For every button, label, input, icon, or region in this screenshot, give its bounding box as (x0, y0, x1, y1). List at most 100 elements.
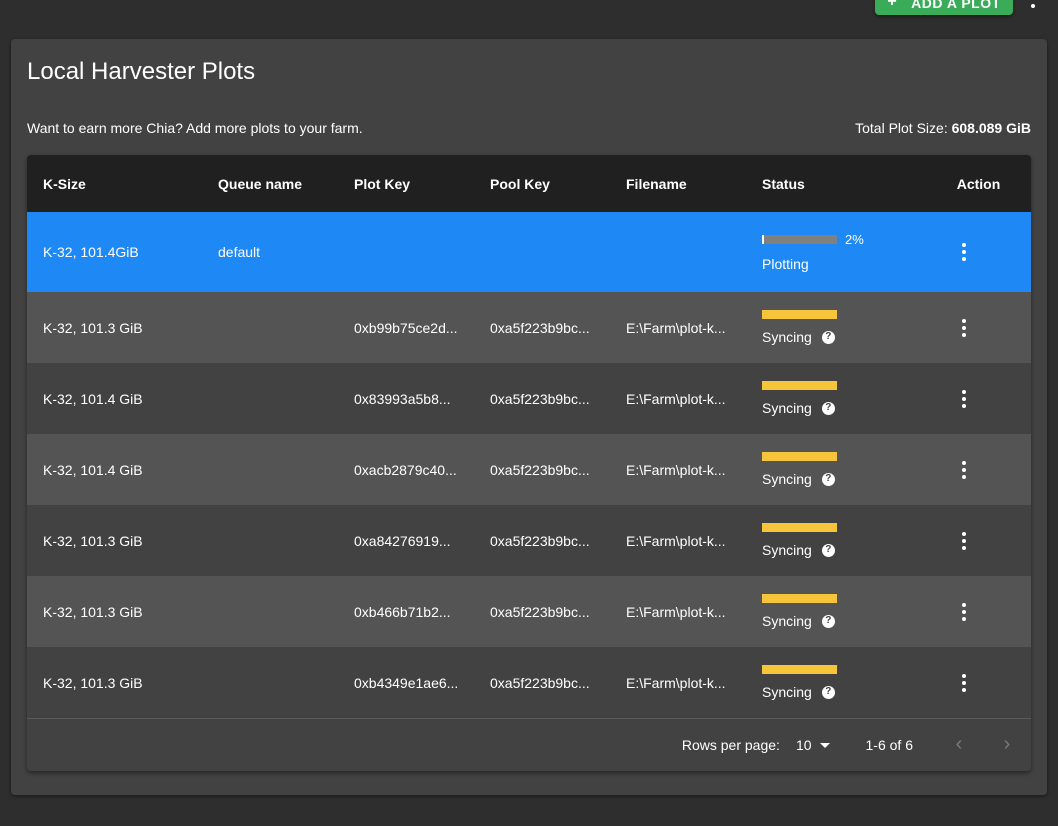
cell-plot-key: 0x83993a5b8... (338, 391, 474, 407)
table-row[interactable]: K-32, 101.3 GiB 0xb4349e1ae6... 0xa5f223b9… (27, 647, 1031, 718)
more-vert-icon[interactable] (952, 313, 976, 343)
cell-pool-key: 0xa5f223b9bc... (474, 462, 610, 478)
table-row[interactable]: K-32, 101.3 GiB 0xa84276919... 0xa5f223b9b… (27, 505, 1031, 576)
rows-per-page-value: 10 (795, 736, 812, 753)
cell-status: Syncing? (746, 523, 896, 558)
pool-key-value: 0xa5f223b9bc... (490, 390, 590, 407)
help-circle-icon[interactable]: ? (821, 330, 835, 344)
cell-pool-key: 0xa5f223b9bc... (474, 604, 610, 620)
cell-action (896, 455, 1031, 485)
cell-filename: E:\Farm\plot-k... (610, 462, 746, 478)
table-row[interactable]: K-32, 101.4 GiB 0xacb2879c40... 0xa5f223b9… (27, 434, 1031, 505)
cell-pool-key: 0xa5f223b9bc... (474, 391, 610, 407)
plot-key-value: 0xb4349e1ae6... (354, 674, 459, 691)
cell-action (896, 237, 1031, 267)
plot-progress-percent: 2% (845, 232, 864, 247)
plot-key-value: 0x83993a5b8... (354, 390, 451, 407)
sync-bar (762, 310, 837, 319)
column-header-action: Action (956, 175, 1001, 192)
table-row[interactable]: K-32, 101.3 GiB 0xb466b71b2... 0xa5f223b9b… (27, 576, 1031, 647)
cell-ksize: K-32, 101.4 GiB (43, 390, 143, 407)
cell-filename: E:\Farm\plot-k... (610, 320, 746, 336)
total-plot-size-label: Total Plot Size: (855, 120, 952, 136)
filename-value: E:\Farm\plot-k... (626, 674, 726, 691)
pagination-range: 1-6 of 6 (865, 736, 913, 753)
pool-key-value: 0xa5f223b9bc... (490, 674, 590, 691)
cell-plot-key: 0xb466b71b2... (338, 604, 474, 620)
cell-action (896, 313, 1031, 343)
add-plot-button[interactable]: + ADD A PLOT (875, 0, 1013, 15)
cell-pool-key: 0xa5f223b9bc... (474, 320, 610, 336)
cell-ksize: K-32, 101.4 GiB (43, 461, 143, 478)
status-label: Plotting (762, 256, 809, 272)
status-label: Syncing (762, 329, 812, 345)
help-circle-icon[interactable]: ? (821, 401, 835, 415)
total-plot-size: Total Plot Size: 608.089 GiB (855, 120, 1031, 136)
total-plot-size-value: 608.089 GiB (951, 120, 1031, 136)
filename-value: E:\Farm\plot-k... (626, 319, 726, 336)
plot-key-value: 0xa84276919... (354, 532, 451, 549)
cell-status: Syncing? (746, 381, 896, 416)
status-label: Syncing (762, 684, 812, 700)
cell-queue: default (218, 244, 261, 260)
more-vert-icon[interactable] (952, 384, 976, 414)
chevron-right-icon[interactable]: › (997, 733, 1017, 756)
cell-status: 2% Plotting (746, 232, 896, 272)
rows-per-page-label: Rows per page: (681, 736, 780, 753)
column-header-filename: Filename (626, 175, 687, 192)
more-vert-icon[interactable] (952, 597, 976, 627)
sync-bar (762, 594, 837, 603)
table-row[interactable]: K-32, 101.3 GiB 0xb99b75ce2d... 0xa5f223b9… (27, 292, 1031, 363)
cell-pool-key: 0xa5f223b9bc... (474, 533, 610, 549)
sync-bar (762, 381, 837, 390)
plot-key-value: 0xb466b71b2... (354, 603, 451, 620)
more-vert-icon[interactable] (952, 237, 976, 267)
cell-status: Syncing? (746, 665, 896, 700)
harvester-plots-card: Local Harvester Plots Want to earn more … (11, 39, 1047, 795)
cell-plot-key: 0xb4349e1ae6... (338, 675, 474, 691)
more-vert-icon[interactable] (952, 668, 976, 698)
more-vert-icon[interactable] (952, 455, 976, 485)
card-subtitle: Want to earn more Chia? Add more plots t… (27, 120, 363, 136)
cell-plot-key: 0xa84276919... (338, 533, 474, 549)
cell-pool-key: 0xa5f223b9bc... (474, 675, 610, 691)
table-pagination: Rows per page: 10 1-6 of 6 ‹ › (27, 718, 1031, 770)
help-circle-icon[interactable]: ? (821, 614, 835, 628)
help-circle-icon[interactable]: ? (821, 543, 835, 557)
help-circle-icon[interactable]: ? (821, 685, 835, 699)
cell-ksize: K-32, 101.3 GiB (43, 532, 143, 549)
cell-plot-key: 0xacb2879c40... (338, 462, 474, 478)
add-plot-label: ADD A PLOT (911, 0, 1001, 11)
pool-key-value: 0xa5f223b9bc... (490, 319, 590, 336)
plot-progress-bar (762, 234, 837, 244)
cell-status: Syncing? (746, 452, 896, 487)
table-header: K-Size Queue name Plot Key Pool Key File… (27, 155, 1031, 212)
cell-action (896, 668, 1031, 698)
plus-icon: + (887, 0, 898, 10)
cell-ksize: K-32, 101.3 GiB (43, 603, 143, 620)
cell-status: Syncing? (746, 310, 896, 345)
column-header-ksize: K-Size (43, 175, 86, 192)
plots-table: K-Size Queue name Plot Key Pool Key File… (27, 155, 1031, 771)
more-vert-icon[interactable] (1026, 0, 1040, 8)
cell-filename: E:\Farm\plot-k... (610, 391, 746, 407)
more-vert-icon[interactable] (952, 526, 976, 556)
filename-value: E:\Farm\plot-k... (626, 603, 726, 620)
table-row[interactable]: K-32, 101.4 GiB 0x83993a5b8... 0xa5f223b9b… (27, 363, 1031, 434)
help-circle-icon[interactable]: ? (821, 472, 835, 486)
column-header-pool-key: Pool Key (490, 175, 550, 192)
cell-action (896, 526, 1031, 556)
pool-key-value: 0xa5f223b9bc... (490, 603, 590, 620)
cell-ksize: K-32, 101.4GiB (43, 244, 139, 260)
plot-key-value: 0xb99b75ce2d... (354, 319, 458, 336)
cell-action (896, 597, 1031, 627)
plot-key-value: 0xacb2879c40... (354, 461, 457, 478)
cell-filename: E:\Farm\plot-k... (610, 533, 746, 549)
rows-per-page-select[interactable]: 10 (796, 737, 830, 753)
table-row-plotting[interactable]: K-32, 101.4GiB default 2% Plotting (27, 212, 1031, 292)
status-label: Syncing (762, 400, 812, 416)
column-header-queue: Queue name (218, 175, 303, 192)
pool-key-value: 0xa5f223b9bc... (490, 461, 590, 478)
chevron-left-icon[interactable]: ‹ (949, 733, 969, 756)
plot-progress-fill (762, 234, 764, 244)
